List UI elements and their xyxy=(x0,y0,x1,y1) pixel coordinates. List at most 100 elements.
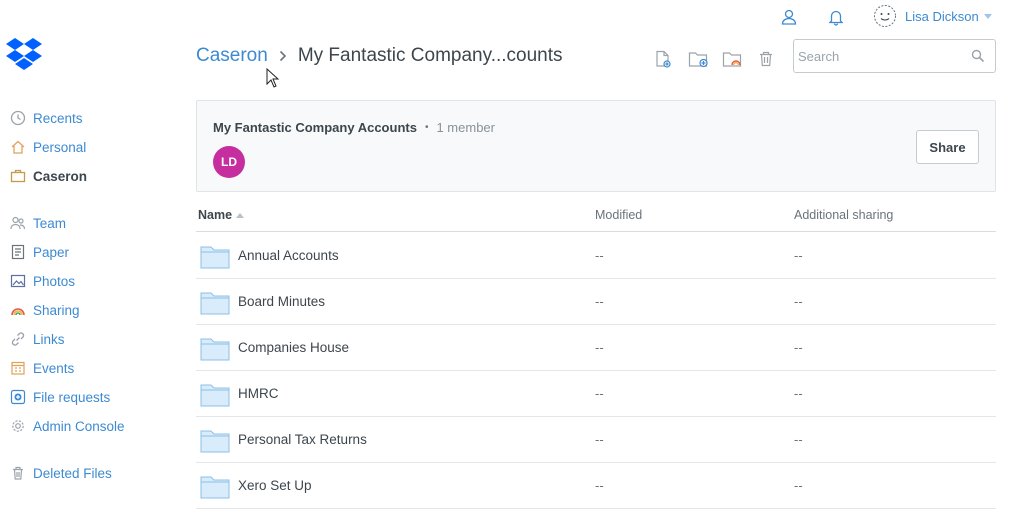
search-icon[interactable] xyxy=(969,47,987,65)
new-folder-button[interactable] xyxy=(688,50,710,72)
file-request-icon xyxy=(9,388,27,406)
link-icon xyxy=(9,330,27,348)
file-name[interactable]: Board Minutes xyxy=(238,294,325,309)
sharing-value: -- xyxy=(794,294,803,309)
folder-members-title: My Fantastic Company Accounts • 1 member xyxy=(213,120,495,135)
folder-icon xyxy=(200,476,230,499)
account-name: Lisa Dickson xyxy=(905,8,979,24)
sidebar-item-label: Personal xyxy=(33,139,87,155)
file-name[interactable]: Companies House xyxy=(238,340,349,355)
file-name[interactable]: Annual Accounts xyxy=(238,248,339,263)
modified-value: -- xyxy=(595,340,604,355)
modified-value: -- xyxy=(595,386,604,401)
breadcrumb-parent-link[interactable]: Caseron xyxy=(196,45,268,67)
user-avatar-icon xyxy=(874,5,896,27)
sidebar-item-sharing[interactable]: Sharing xyxy=(9,299,80,321)
mouse-cursor-icon xyxy=(266,68,280,88)
breadcrumb: Caseron My Fantastic Company...counts xyxy=(196,44,563,68)
gear-icon xyxy=(9,417,27,435)
delete-button[interactable] xyxy=(755,50,777,72)
sidebar-item-photos[interactable]: Photos xyxy=(9,270,75,292)
new-folder-icon xyxy=(688,49,710,74)
new-file-icon xyxy=(653,49,673,74)
sidebar-item-label: Paper xyxy=(33,244,70,260)
briefcase-icon xyxy=(9,167,27,185)
sidebar-item-caseron[interactable]: Caseron xyxy=(9,165,87,187)
sidebar-item-admin-console[interactable]: Admin Console xyxy=(9,415,125,437)
sharing-value: -- xyxy=(794,478,803,493)
sharing-icon xyxy=(9,301,27,319)
sidebar-item-label: Admin Console xyxy=(33,418,125,434)
member-count[interactable]: 1 member xyxy=(436,120,495,135)
modified-value: -- xyxy=(595,478,604,493)
photos-icon xyxy=(9,272,27,290)
home-icon xyxy=(9,138,27,156)
shared-folder-icon xyxy=(722,49,744,74)
new-file-button[interactable] xyxy=(652,50,674,72)
avatar[interactable]: LD xyxy=(213,146,245,178)
table-row[interactable]: Companies House -- -- xyxy=(196,325,996,371)
folder-icon xyxy=(200,292,230,315)
account-menu[interactable]: Lisa Dickson xyxy=(873,3,992,29)
folder-members-card: My Fantastic Company Accounts • 1 member… xyxy=(196,100,996,192)
file-name[interactable]: Xero Set Up xyxy=(238,478,312,493)
sidebar-item-label: Deleted Files xyxy=(33,465,112,481)
folder-icon xyxy=(200,246,230,269)
table-row[interactable]: HMRC -- -- xyxy=(196,371,996,417)
column-header-label: Additional sharing xyxy=(794,208,894,222)
folder-icon xyxy=(200,430,230,453)
sidebar-item-file-requests[interactable]: File requests xyxy=(9,386,110,408)
column-header-modified[interactable]: Modified xyxy=(595,208,642,222)
sharing-value: -- xyxy=(794,248,803,263)
person-icon[interactable] xyxy=(778,6,800,28)
column-header-name[interactable]: Name xyxy=(198,208,245,222)
sidebar-item-personal[interactable]: Personal xyxy=(9,136,86,158)
shared-folder-button[interactable] xyxy=(722,50,744,72)
file-name[interactable]: Personal Tax Returns xyxy=(238,432,367,447)
modified-value: -- xyxy=(595,248,604,263)
sidebar-item-label: Links xyxy=(33,331,65,347)
search-input[interactable] xyxy=(798,48,958,64)
sort-ascending-icon xyxy=(236,212,245,218)
sidebar-item-deleted-files[interactable]: Deleted Files xyxy=(9,462,112,484)
chevron-right-icon xyxy=(279,50,287,62)
sidebar-item-team[interactable]: Team xyxy=(9,212,66,234)
sidebar-item-label: Team xyxy=(33,215,67,231)
folder-icon xyxy=(200,338,230,361)
separator: • xyxy=(424,122,429,133)
sidebar-item-label: Photos xyxy=(33,273,76,289)
sidebar-item-events[interactable]: Events xyxy=(9,357,74,379)
clock-icon xyxy=(9,109,27,127)
sharing-value: -- xyxy=(794,340,803,355)
sidebar-item-label: File requests xyxy=(33,389,111,405)
sidebar-item-paper[interactable]: Paper xyxy=(9,241,69,263)
sidebar-item-links[interactable]: Links xyxy=(9,328,65,350)
modified-value: -- xyxy=(595,294,604,309)
bell-icon[interactable] xyxy=(825,6,847,28)
sharing-value: -- xyxy=(794,386,803,401)
trash-icon xyxy=(9,464,27,482)
sidebar-item-label: Events xyxy=(33,360,75,376)
folder-icon xyxy=(200,384,230,407)
paper-icon xyxy=(9,243,27,261)
sharing-value: -- xyxy=(794,432,803,447)
team-icon xyxy=(9,214,27,232)
trash-icon xyxy=(757,50,775,73)
search-box xyxy=(793,39,996,73)
table-row[interactable]: Board Minutes -- -- xyxy=(196,279,996,325)
sidebar-item-label: Sharing xyxy=(33,302,80,318)
column-header-sharing[interactable]: Additional sharing xyxy=(794,208,893,222)
modified-value: -- xyxy=(595,432,604,447)
share-button[interactable]: Share xyxy=(916,130,979,164)
chevron-down-icon xyxy=(983,13,992,19)
column-header-label: Modified xyxy=(595,208,643,222)
file-name[interactable]: HMRC xyxy=(238,386,279,401)
dropbox-logo[interactable] xyxy=(6,36,42,74)
table-row[interactable]: Personal Tax Returns -- -- xyxy=(196,417,996,463)
calendar-icon xyxy=(9,359,27,377)
column-header-label: Name xyxy=(198,208,233,222)
table-row[interactable]: Xero Set Up -- -- xyxy=(196,463,996,509)
table-header: Name Modified Additional sharing xyxy=(196,202,996,232)
table-row[interactable]: Annual Accounts -- -- xyxy=(196,233,996,279)
sidebar-item-recents[interactable]: Recents xyxy=(9,107,83,129)
